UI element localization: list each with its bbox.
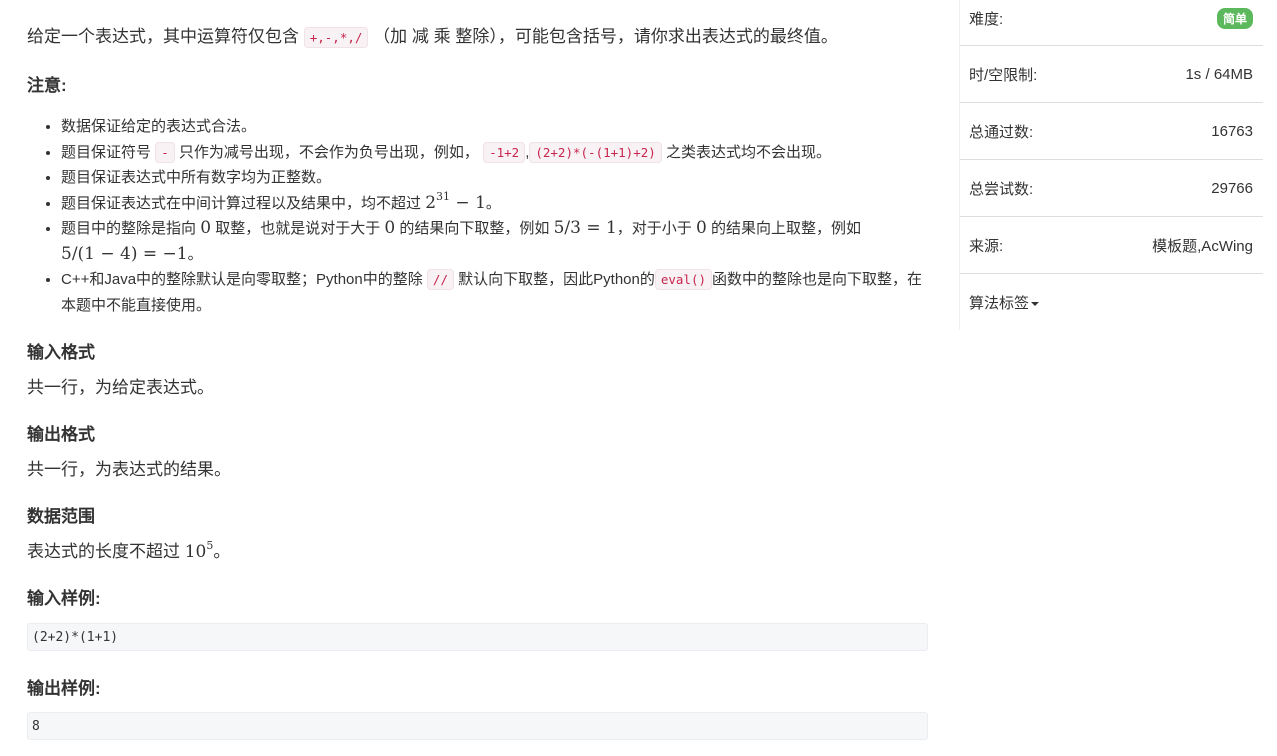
math-expression: 0 (695, 218, 707, 238)
passed-value: 16763 (1211, 122, 1253, 140)
passed-row: 总通过数: 16763 (960, 103, 1263, 160)
math-expression: 5/(1 − 4) = −1 (61, 243, 188, 264)
input-format-heading: 输入格式 (27, 343, 95, 362)
note-item: C++和Java中的整除默认是向零取整；Python中的整除 // 默认向下取整… (61, 267, 930, 318)
tags-label-wrap[interactable]: 算法标签 (969, 292, 1040, 313)
note-item: 题目保证表达式中所有数字均为正整数。 (61, 165, 930, 191)
note-text: 。 (187, 245, 203, 263)
floor-div-code: // (426, 269, 454, 290)
math-expression: 0 (200, 218, 212, 238)
input-format-text: 共一行，为给定表达式。 (27, 378, 214, 397)
tried-row: 总尝试数: 29766 (960, 160, 1263, 217)
note-text: 。 (485, 194, 501, 212)
problem-info-sidebar: 难度: 简单 时/空限制: 1s / 64MB 总通过数: 16763 总尝试数… (959, 0, 1263, 330)
note-text: 默认向下取整，因此Python的 (458, 271, 655, 288)
note-text: 的结果向上取整，例如 (710, 220, 861, 237)
notes-list: 数据保证给定的表达式合法。 题目保证符号 - 只作为减号出现，不会作为负号出现，… (27, 114, 930, 318)
problem-page: 给定一个表达式，其中运算符仅包含 +,-,*,/ （加 减 乘 整除），可能包含… (0, 0, 1277, 756)
limit-row: 时/空限制: 1s / 64MB (960, 46, 1263, 103)
math-tail: − 1 (450, 192, 486, 213)
sample-input-code[interactable]: (2+2)*(1+1) (27, 623, 928, 651)
note-text: 之类表达式均不会出现。 (665, 143, 831, 161)
limit-label: 时/空限制: (969, 66, 1038, 84)
note-text: 的结果向下取整，例如 (399, 220, 550, 237)
limit-value: 1s / 64MB (1185, 65, 1253, 83)
problem-intro: 给定一个表达式，其中运算符仅包含 +,-,*,/ （加 减 乘 整除），可能包含… (27, 24, 838, 51)
note-item: 数据保证给定的表达式合法。 (61, 114, 930, 140)
note-text: 题目保证符号 (61, 143, 152, 161)
math-expression: 5/3 = 1 (553, 218, 617, 238)
note-text: 取整，也就是说对于大于 (215, 220, 381, 237)
intro-text-before: 给定一个表达式，其中运算符仅包含 (27, 27, 299, 46)
note-text: 题目保证表达式中所有数字均为正整数。 (61, 169, 332, 186)
note-text: 题目中的整除是指向 (61, 220, 197, 237)
eval-code: eval() (654, 269, 713, 290)
tried-value: 29766 (1211, 179, 1253, 197)
math-base: 2 (425, 192, 437, 213)
difficulty-badge: 简单 (1216, 8, 1253, 29)
output-format-heading: 输出格式 (27, 425, 95, 444)
operators-code: +,-,*,/ (303, 27, 369, 48)
math-expression: 0 (384, 218, 396, 238)
passed-label: 总通过数: (969, 123, 1034, 141)
sample-output-code[interactable]: 8 (27, 712, 928, 740)
difficulty-label: 难度: (969, 11, 1004, 28)
example-code: (2+2)*(-(1+1)+2) (529, 141, 662, 163)
math-base: 10 (184, 542, 207, 562)
note-text: ，对于小于 (616, 220, 692, 237)
math-exponent: 31 (436, 189, 451, 203)
note-text: 数据保证给定的表达式合法。 (61, 118, 257, 135)
sample-input-heading: 输入样例: (27, 589, 101, 608)
note-text: 只作为减号出现，不会作为负号出现，例如， (178, 143, 479, 161)
caret-down-icon[interactable] (1031, 301, 1040, 306)
math-expression: 105 (184, 540, 214, 562)
data-range-heading: 数据范围 (27, 507, 95, 526)
note-text: C++和Java中的整除默认是向零取整；Python中的整除 (61, 271, 423, 288)
source-value: 模板题,AcWing (1152, 237, 1253, 255)
notes-heading: 注意: (27, 76, 67, 95)
note-item: 题目保证表达式在中间计算过程以及结果中，均不超过 231 − 1。 (61, 191, 930, 217)
sample-output-heading: 输出样例: (27, 679, 101, 698)
math-expression: 231 − 1 (425, 189, 486, 213)
range-text: 表达式的长度不超过 (27, 542, 180, 561)
example-code: -1+2 (483, 141, 526, 163)
intro-text-after: （加 减 乘 整除），可能包含括号，请你求出表达式的最终值。 (373, 27, 838, 46)
source-row: 来源: 模板题,AcWing (960, 217, 1263, 274)
minus-code: - (155, 141, 175, 163)
data-range-text: 表达式的长度不超过 105。 (27, 537, 230, 562)
note-text: 题目保证表达式在中间计算过程以及结果中，均不超过 (61, 194, 422, 212)
tags-label[interactable]: 算法标签 (969, 295, 1029, 312)
difficulty-row: 难度: 简单 (960, 0, 1263, 46)
algorithm-tags-toggle[interactable]: 算法标签 (960, 274, 1263, 330)
note-item: 题目中的整除是指向 0 取整，也就是说对于大于 0 的结果向下取整，例如 5/3… (61, 216, 930, 267)
tried-label: 总尝试数: (969, 180, 1034, 198)
note-item: 题目保证符号 - 只作为减号出现，不会作为负号出现，例如， -1+2,(2+2)… (61, 140, 930, 166)
range-end: 。 (213, 542, 231, 561)
output-format-text: 共一行，为表达式的结果。 (27, 460, 231, 479)
source-label: 来源: (969, 237, 1004, 255)
